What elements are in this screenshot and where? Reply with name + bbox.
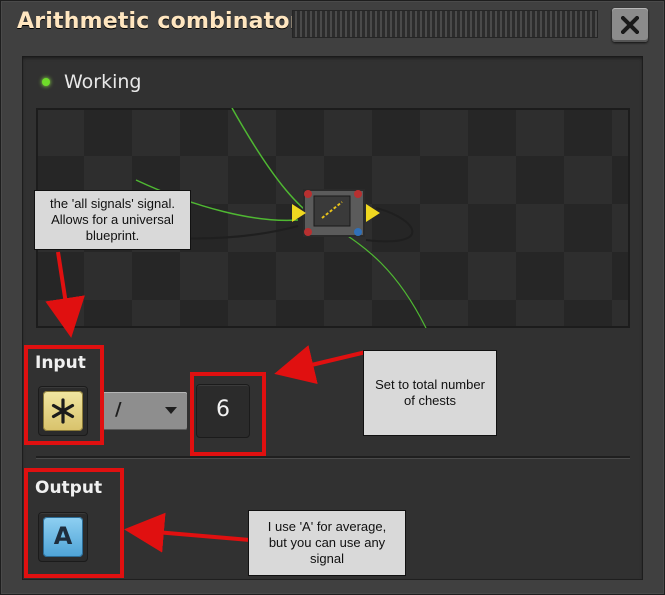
status-indicator	[42, 78, 50, 86]
drag-handle[interactable]	[292, 10, 598, 38]
close-button[interactable]	[612, 8, 648, 42]
constant-note: Set to total number of chests	[363, 350, 497, 436]
signal-note: the 'all signals' signal. Allows for a u…	[34, 190, 191, 250]
title-bar[interactable]: Arithmetic combinator	[0, 0, 665, 50]
operator-value: /	[115, 399, 122, 420]
window-title: Arithmetic combinator	[17, 9, 301, 34]
chevron-down-icon	[165, 407, 177, 414]
output-note: I use 'A' for average, but you can use a…	[248, 510, 406, 576]
combinator-entity-icon	[292, 189, 380, 237]
section-divider	[36, 456, 630, 459]
close-icon	[621, 16, 639, 34]
status-text: Working	[64, 71, 142, 93]
input-highlight-frame	[24, 345, 104, 445]
constant-highlight-frame	[190, 372, 266, 456]
output-highlight-frame	[24, 468, 124, 578]
operator-dropdown[interactable]: /	[103, 392, 187, 430]
